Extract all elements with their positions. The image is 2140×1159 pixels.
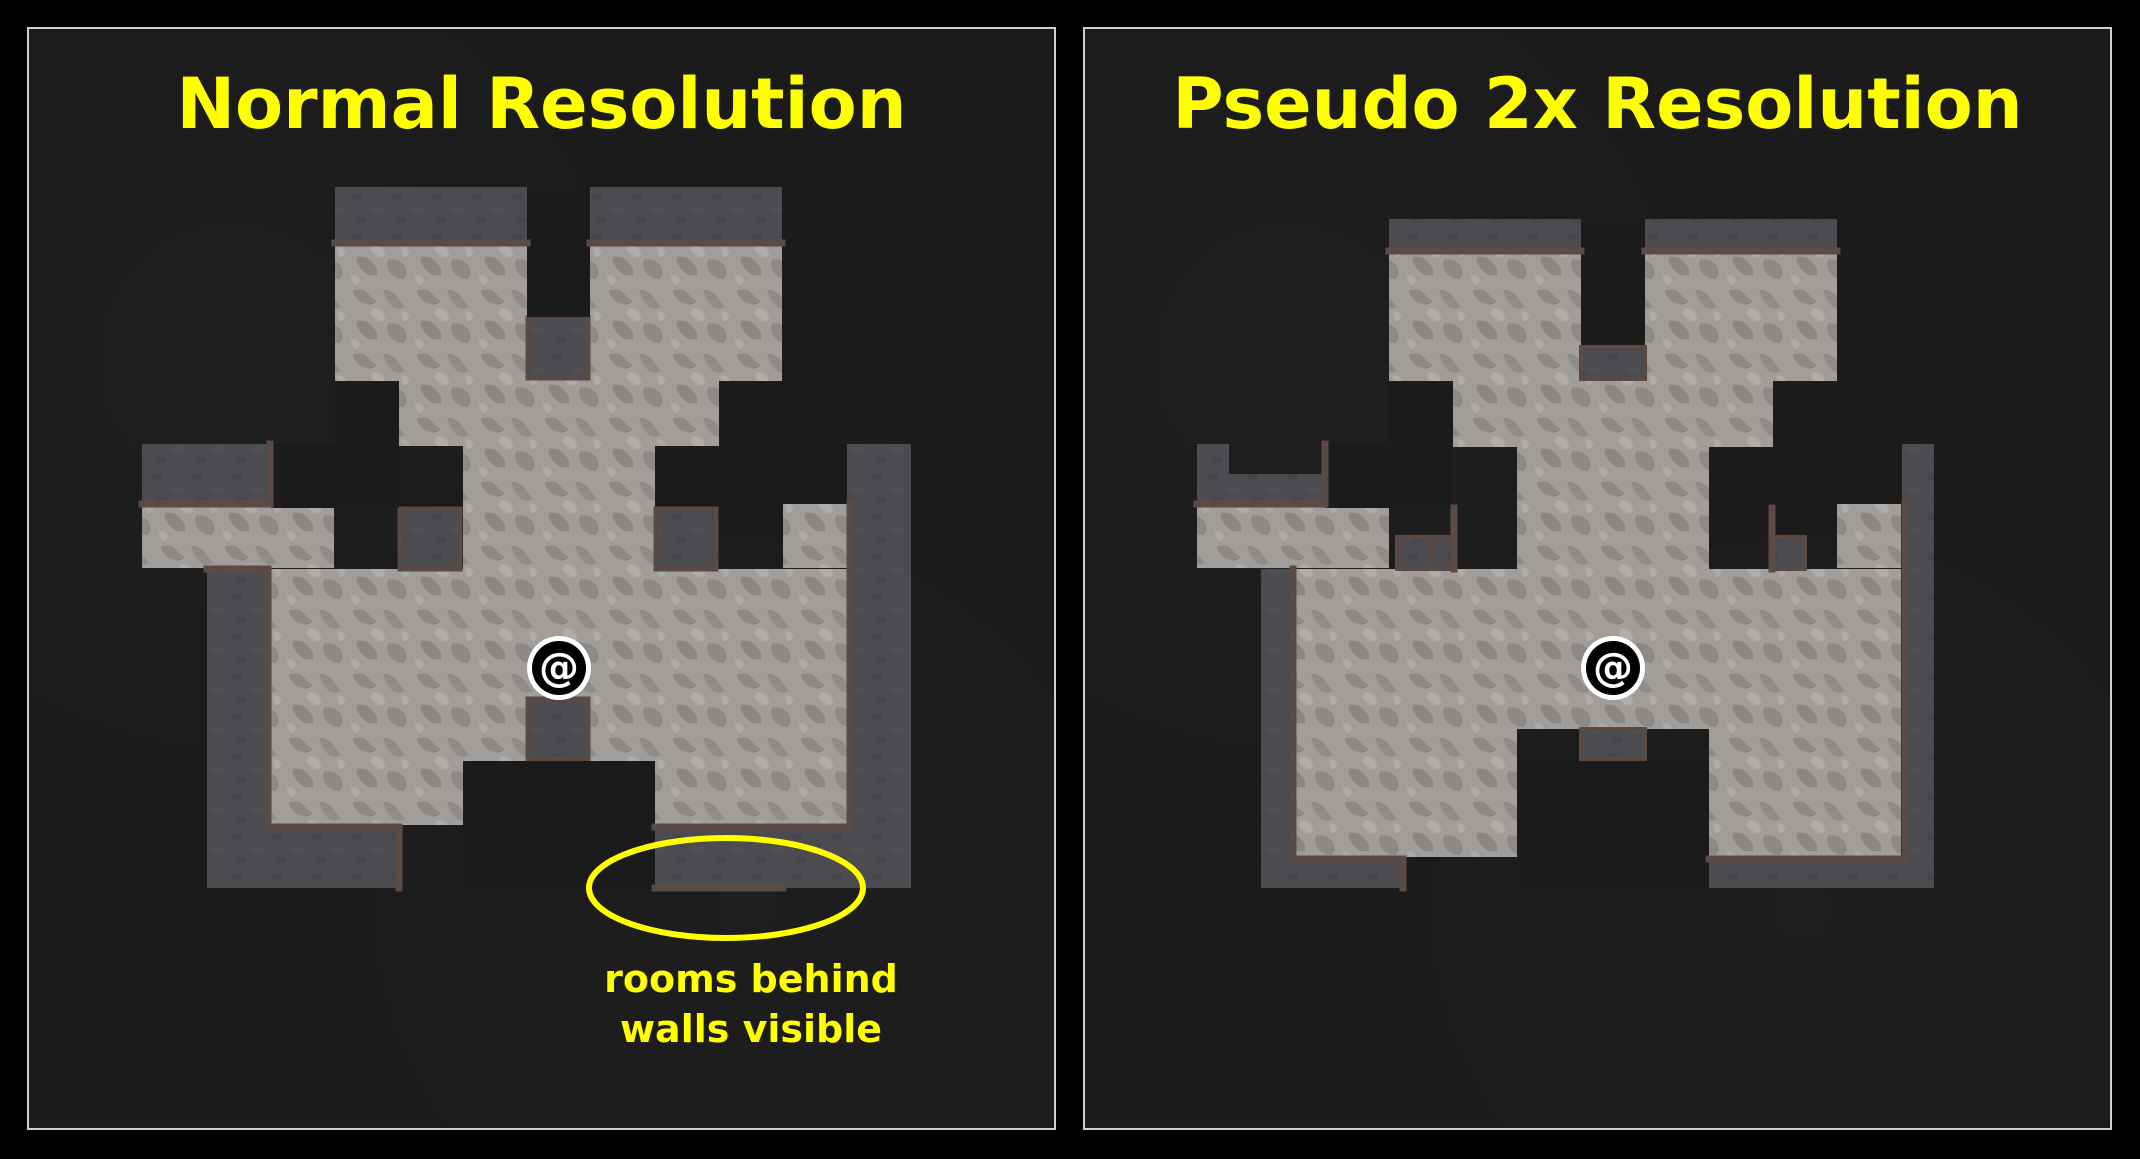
normal-resolution-panel: Normal Resolution @ rooms behind walls v… (27, 27, 1056, 1130)
annotation-line-1: rooms behind (604, 957, 898, 1001)
player-glyph: @ (1593, 645, 1633, 691)
annotation-label: rooms behind walls visible (551, 954, 951, 1054)
pseudo-2x-resolution-panel: Pseudo 2x Resolution @ (1083, 27, 2112, 1130)
player-glyph: @ (539, 645, 579, 691)
annotation-line-2: walls visible (619, 1007, 883, 1051)
dungeon-map-pseudo-2x (1193, 219, 1934, 892)
